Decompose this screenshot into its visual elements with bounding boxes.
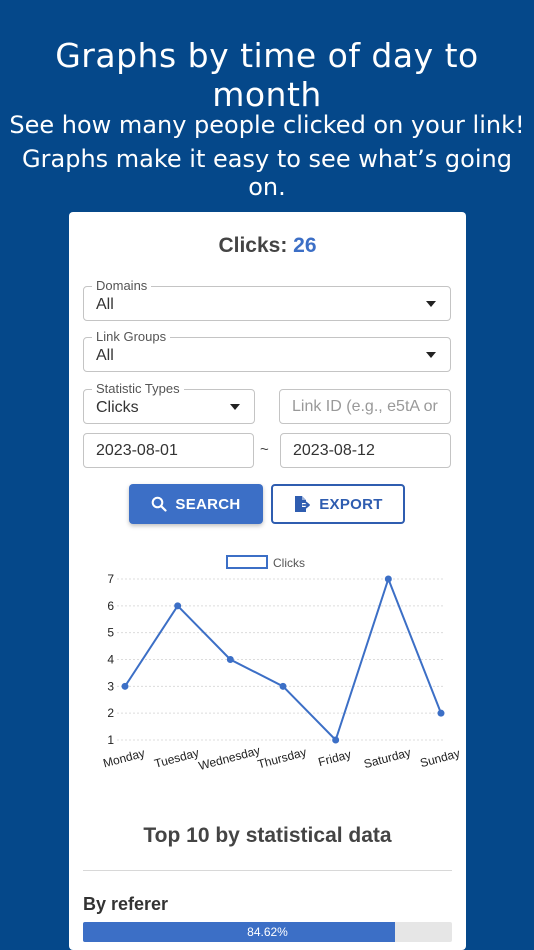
search-button-label: SEARCH	[175, 495, 241, 513]
link-id-input[interactable]: Link ID (e.g., e5tA or	[279, 389, 451, 424]
data-point	[332, 736, 340, 744]
date-range-separator: ~	[260, 441, 269, 458]
search-icon	[152, 496, 168, 512]
data-point	[384, 575, 392, 583]
x-tick-label: Tuesday	[153, 745, 201, 770]
clicks-header: Clicks: 26	[69, 234, 466, 258]
x-tick-label: Thursday	[256, 745, 308, 771]
promo-subtitle-line1: See how many people clicked on your link…	[9, 111, 525, 139]
y-tick-label: 6	[107, 599, 114, 613]
link-groups-select[interactable]: Link Groups All	[83, 329, 451, 372]
referer-progress-bar: 84.62%	[83, 922, 452, 942]
section-divider	[83, 870, 452, 871]
clicks-count: 26	[293, 234, 317, 257]
search-button[interactable]: SEARCH	[129, 484, 263, 524]
dropdown-arrow-icon	[230, 404, 240, 410]
statistic-types-value: Clicks	[96, 399, 139, 416]
export-button[interactable]: EXPORT	[271, 484, 405, 524]
x-tick-label: Friday	[317, 747, 353, 769]
statistic-types-select[interactable]: Statistic Types Clicks	[83, 381, 255, 424]
y-tick-label: 2	[107, 706, 114, 720]
y-tick-label: 3	[107, 679, 114, 693]
x-tick-label: Wednesday	[197, 743, 262, 773]
clicks-label: Clicks:	[218, 234, 288, 257]
stats-card: Clicks: 26 Domains All Link Groups All S…	[69, 212, 466, 950]
data-point	[437, 709, 445, 717]
y-tick-label: 4	[107, 653, 114, 667]
link-id-placeholder: Link ID (e.g., e5tA or	[292, 398, 438, 415]
x-tick-label: Monday	[102, 746, 147, 771]
top10-title: Top 10 by statistical data	[143, 824, 392, 847]
y-tick-label: 1	[107, 733, 114, 747]
by-referer-heading: By referer	[83, 894, 169, 914]
referer-percent-label: 84.62%	[247, 925, 288, 939]
domains-value: All	[96, 296, 114, 313]
dropdown-arrow-icon	[426, 301, 436, 307]
domains-label: Domains	[92, 278, 152, 294]
x-tick-label: Sunday	[418, 746, 461, 770]
export-button-label: EXPORT	[319, 495, 383, 513]
domains-select[interactable]: Domains All	[83, 278, 451, 321]
x-tick-label: Saturday	[362, 745, 412, 771]
export-file-icon	[295, 496, 311, 512]
legend-label: Clicks	[273, 556, 305, 570]
y-tick-label: 7	[107, 572, 114, 586]
legend-swatch	[226, 555, 268, 569]
y-tick-label: 5	[107, 626, 114, 640]
date-to-value: 2023-08-12	[293, 442, 375, 459]
dropdown-arrow-icon	[426, 352, 436, 358]
promo-subtitle-line2: Graphs make it easy to see what’s going …	[22, 145, 512, 201]
date-from-value: 2023-08-01	[96, 442, 178, 459]
data-point	[279, 682, 287, 690]
data-point	[121, 682, 129, 690]
data-point	[174, 602, 182, 610]
promo-title: Graphs by time of day to month	[55, 36, 479, 114]
chart-plot-group: 1 2 3 4 5 6 7 Monday TuesdayWednesdayThursday Fri…	[102, 555, 461, 773]
link-groups-value: All	[96, 347, 114, 364]
clicks-line-chart: 1 2 3 4 5 6 7 Monday TuesdayWednesdayThursday Fri…	[102, 555, 461, 773]
date-to-input[interactable]: 2023-08-12	[280, 433, 451, 468]
data-point	[226, 656, 234, 663]
statistic-types-label: Statistic Types	[92, 381, 184, 397]
date-from-input[interactable]: 2023-08-01	[83, 433, 254, 468]
link-groups-label: Link Groups	[92, 329, 171, 345]
